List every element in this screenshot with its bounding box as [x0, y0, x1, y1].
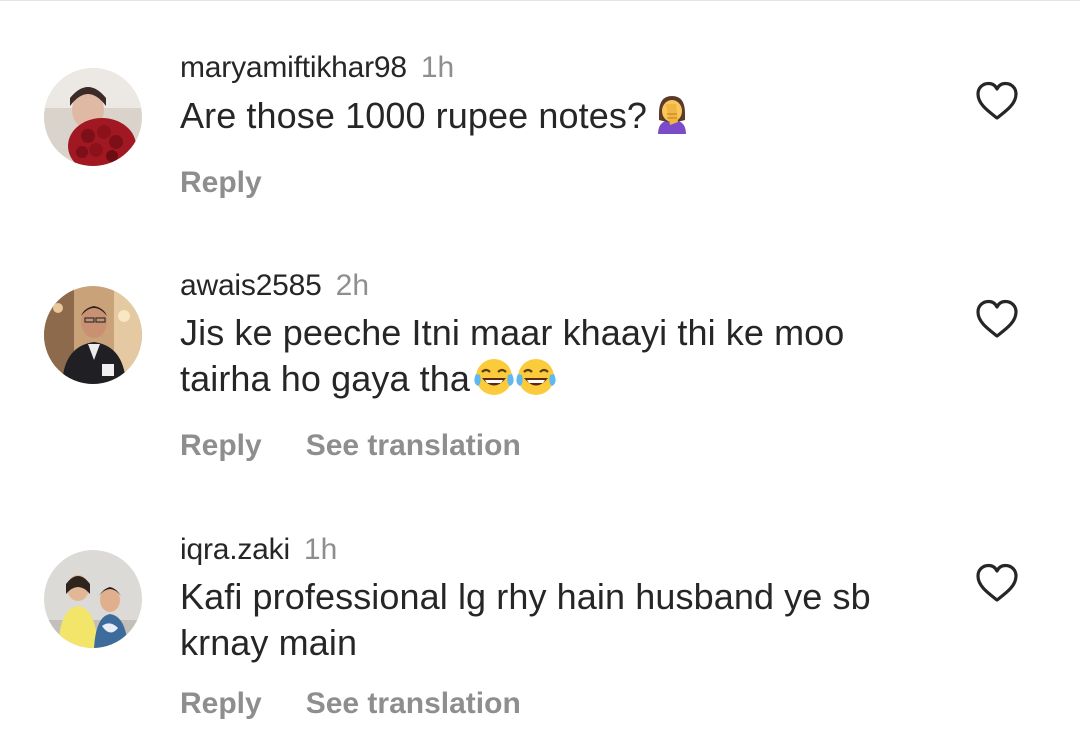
username[interactable]: iqra.zaki	[180, 533, 290, 566]
comment-body: maryamiftikhar98 1h Are those 1000 rupee …	[180, 48, 940, 203]
timestamp: 1h	[420, 51, 455, 84]
username[interactable]: awais2585	[180, 269, 322, 302]
avatar[interactable]	[44, 68, 142, 166]
woman-facepalming-emoji-icon	[651, 92, 693, 145]
comment-actions: Reply See translation	[180, 684, 940, 724]
comment-meta: iqra.zaki 1h	[180, 530, 940, 570]
avatar-image	[44, 68, 142, 166]
timestamp: 2h	[335, 269, 370, 302]
avatar-image	[44, 286, 142, 384]
heart-outline-icon	[976, 563, 1018, 602]
timestamp: 1h	[303, 533, 338, 566]
avatar[interactable]	[44, 286, 142, 384]
comment-meta: maryamiftikhar98 1h	[180, 48, 940, 88]
heart-outline-icon	[976, 81, 1018, 120]
comment-body: awais2585 2h Jis ke peeche Itni maar khaa…	[180, 266, 940, 466]
see-translation-button[interactable]: See translation	[306, 426, 521, 466]
comment-text: Are those 1000 rupee notes?	[180, 92, 940, 145]
comment-text-content: Are those 1000 rupee notes?	[180, 95, 648, 136]
reply-button[interactable]: Reply	[180, 426, 262, 466]
like-button[interactable]	[974, 562, 1020, 604]
avatar-image	[44, 550, 142, 648]
comment-meta: awais2585 2h	[180, 266, 940, 306]
comment-actions: Reply	[180, 163, 940, 203]
like-button[interactable]	[974, 298, 1020, 340]
comment-text-content: Kafi professional lg rhy hain husband ye…	[180, 576, 871, 663]
comment-body: iqra.zaki 1h Kafi professional lg rhy hai…	[180, 530, 940, 724]
like-button[interactable]	[974, 80, 1020, 122]
see-translation-button[interactable]: See translation	[306, 684, 521, 724]
comment-text: Kafi professional lg rhy hain husband ye…	[180, 574, 940, 666]
avatar[interactable]	[44, 550, 142, 648]
reply-button[interactable]: Reply	[180, 684, 262, 724]
username[interactable]: maryamiftikhar98	[180, 51, 407, 84]
face-with-tears-of-joy-icon	[474, 357, 558, 408]
comment-text: Jis ke peeche Itni maar khaayi thi ke mo…	[180, 310, 940, 408]
heart-outline-icon	[976, 299, 1018, 338]
comment-actions: Reply See translation	[180, 426, 940, 466]
reply-button[interactable]: Reply	[180, 163, 262, 203]
top-divider	[0, 0, 1080, 1]
